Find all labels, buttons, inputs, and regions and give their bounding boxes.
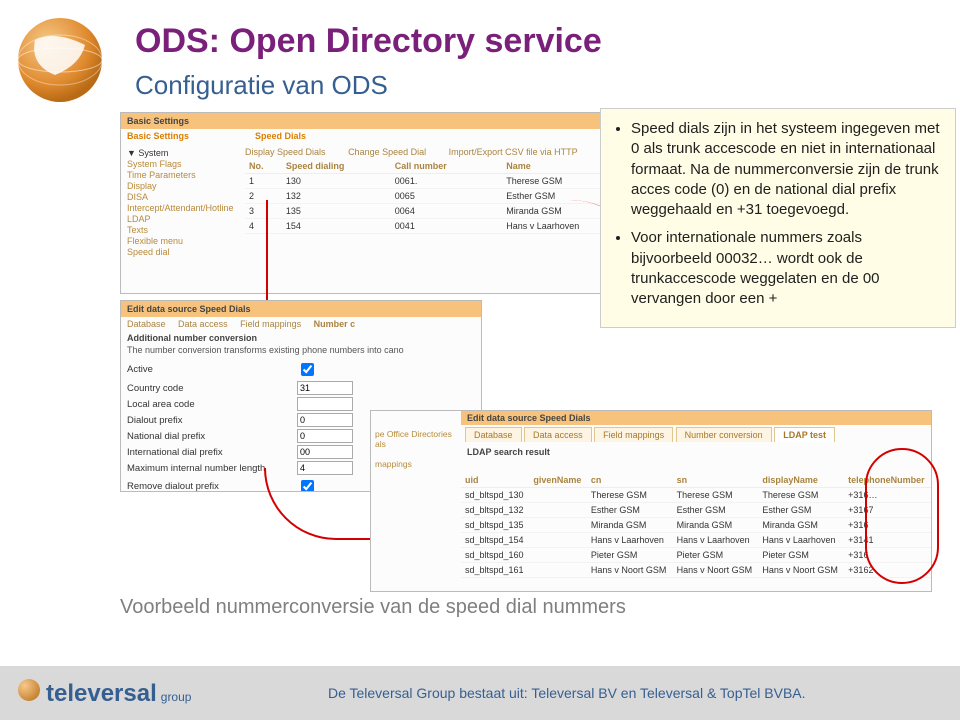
active-checkbox[interactable] (301, 363, 314, 376)
globe-icon (18, 679, 40, 701)
speed-dial-table: No. Speed dialing Call number Name 11300… (245, 159, 635, 234)
tab-data-access[interactable]: Data access (524, 427, 592, 442)
footer-tagline: De Televersal Group bestaat uit: Telever… (191, 685, 942, 701)
table-row: sd_bltspd_154Hans v LaarhovenHans v Laar… (461, 533, 931, 548)
dialout-prefix-field[interactable] (297, 413, 353, 427)
edit-data-source-bar: Edit data source Speed Dials (121, 301, 481, 317)
screenshot-ldap-result: Edit data source Speed Dials pe Office D… (370, 410, 932, 592)
table-row: 31350064Miranda GSM (245, 204, 635, 219)
speed-dials-header: Speed Dials (249, 129, 312, 143)
tab-database[interactable]: Database (465, 427, 522, 442)
table-row: sd_bltspd_135Miranda GSMMiranda GSMMiran… (461, 518, 931, 533)
national-dial-prefix-field[interactable] (297, 429, 353, 443)
settings-tree: ▼ System System Flags Time Parameters Di… (121, 143, 243, 262)
local-area-code-field[interactable] (297, 397, 353, 411)
tab-data-access[interactable]: Data access (178, 319, 228, 329)
info-box: Speed dials zijn in het systeem ingegeve… (600, 108, 956, 328)
tab-change-speed-dial[interactable]: Change Speed Dial (348, 147, 426, 157)
tab-field-mappings[interactable]: Field mappings (594, 427, 673, 442)
remove-dialout-prefix-checkbox[interactable] (301, 480, 314, 492)
table-row: 21320065Esther GSM (245, 189, 635, 204)
basic-settings-bar: Basic Settings (121, 113, 641, 129)
conversion-description: The number conversion transforms existin… (121, 345, 481, 359)
tab-display-speed-dials[interactable]: Display Speed Dials (245, 147, 326, 157)
additional-number-conversion-label: Additional number conversion (121, 331, 481, 345)
international-dial-prefix-field[interactable] (297, 445, 353, 459)
ldap-result-table: uidgivenNamecn sndisplayNametelephoneNum… (461, 473, 931, 578)
tab-database[interactable]: Database (127, 319, 166, 329)
table-row: 41540041Hans v Laarhoven (245, 219, 635, 234)
table-row: sd_bltspd_132Esther GSMEsther GSMEsther … (461, 503, 931, 518)
example-caption: Voorbeeld nummerconversie van de speed d… (120, 596, 626, 619)
ldap-search-result-label: LDAP search result (461, 444, 931, 460)
screenshot-speed-dials: Basic Settings Basic Settings Speed Dial… (120, 112, 642, 294)
table-row: sd_bltspd_160Pieter GSMPieter GSMPieter … (461, 548, 931, 563)
info-bullet: Voor internationale nummers zoals bijvoo… (631, 228, 943, 309)
tab-number-conversion[interactable]: Number c (314, 319, 356, 329)
country-code-field[interactable] (297, 381, 353, 395)
tab-import-export[interactable]: Import/Export CSV file via HTTP (449, 147, 578, 157)
tab-field-mappings[interactable]: Field mappings (240, 319, 301, 329)
basic-settings-left: Basic Settings (121, 129, 249, 143)
page-title: ODS: Open Directory service (135, 22, 602, 61)
brand-logo: televersalgroup (18, 679, 191, 708)
max-internal-number-length-field[interactable] (297, 461, 353, 475)
subtitle: Configuratie van ODS (135, 70, 388, 101)
tab-ldap-test[interactable]: LDAP test (774, 427, 835, 442)
tab-number-conversion[interactable]: Number conversion (676, 427, 772, 442)
table-row: sd_bltspd_130Therese GSMTherese GSMThere… (461, 488, 931, 503)
table-row: sd_bltspd_161Hans v Noort GSMHans v Noor… (461, 563, 931, 578)
edit-data-source-bar-small: Edit data source Speed Dials (461, 411, 931, 425)
globe-logo (10, 10, 110, 110)
table-row: 11300061.Therese GSM (245, 174, 635, 189)
footer: televersalgroup De Televersal Group best… (0, 666, 960, 720)
info-bullet: Speed dials zijn in het systeem ingegeve… (631, 119, 943, 220)
